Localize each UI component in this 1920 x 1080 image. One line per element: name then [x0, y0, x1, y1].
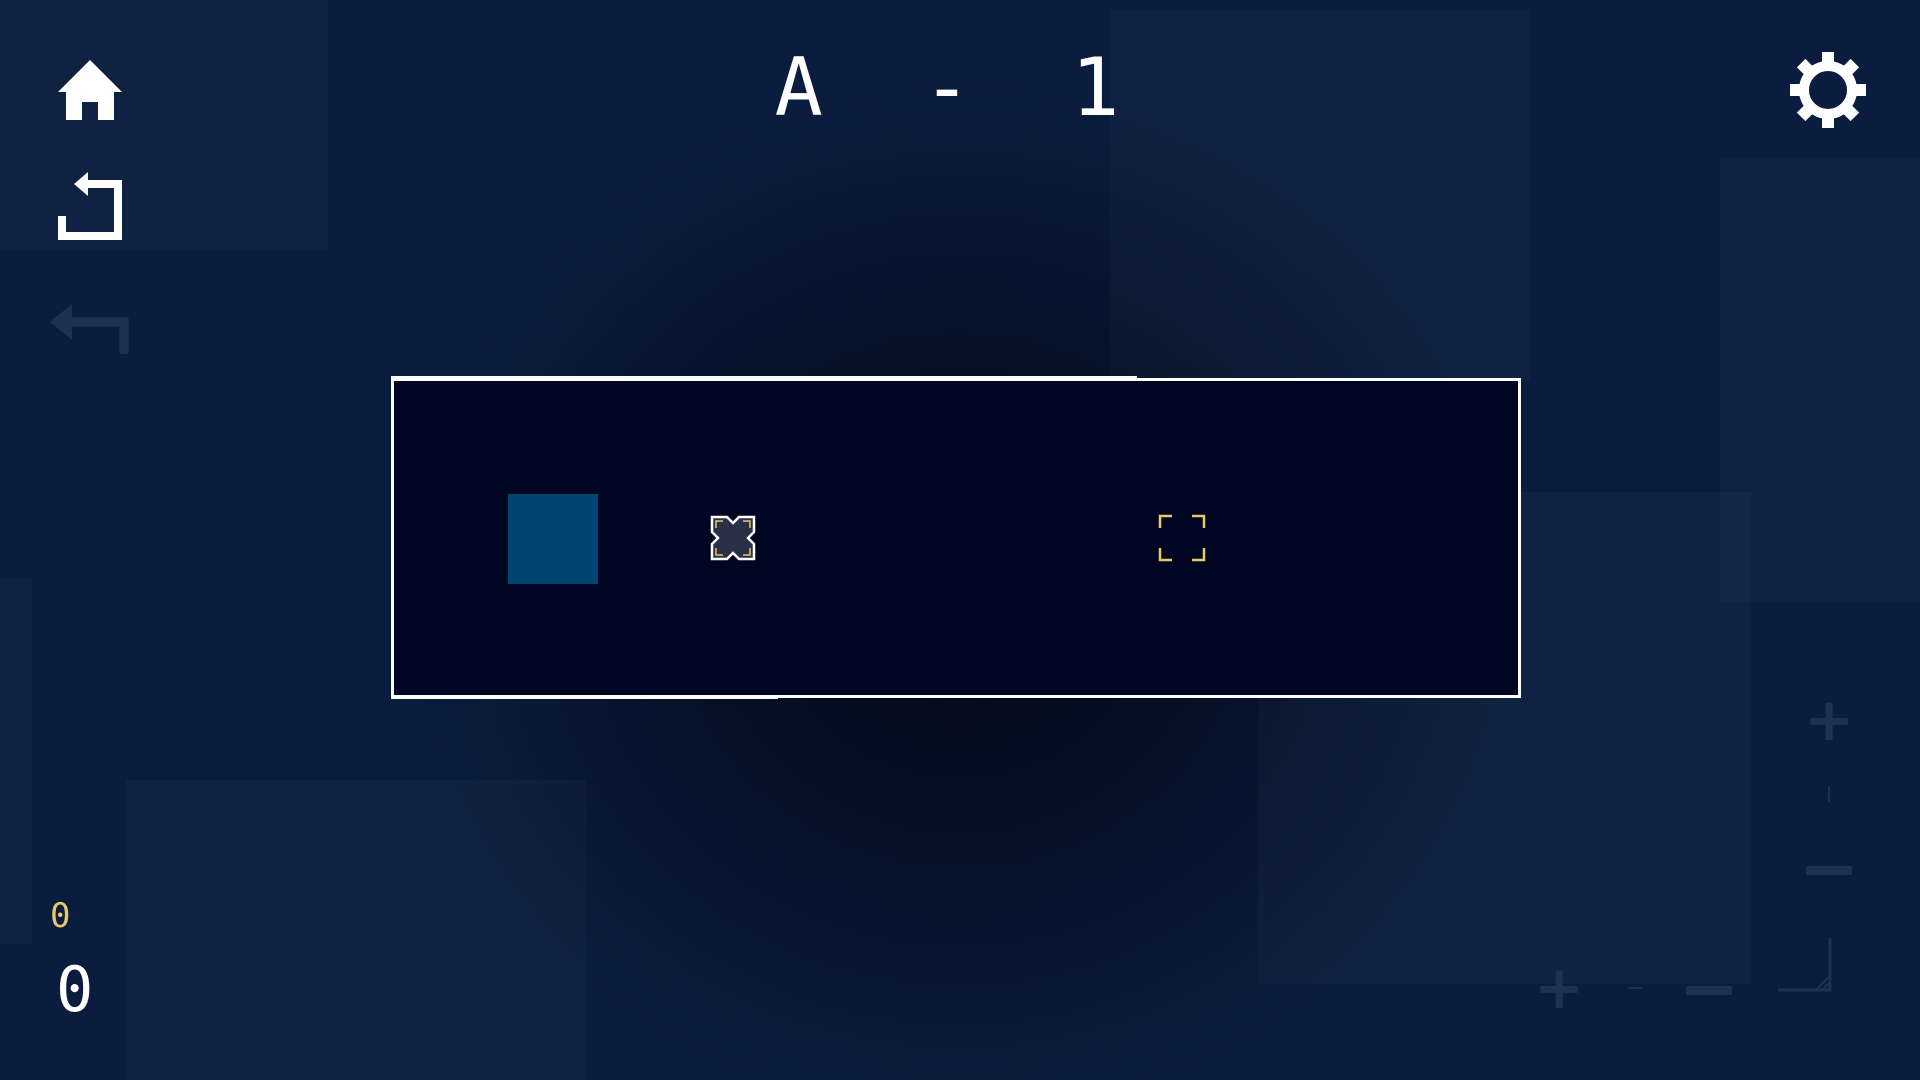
pan-track: [1628, 987, 1642, 989]
zoom-out-icon[interactable]: [1806, 866, 1852, 875]
resize-corner-icon: [1778, 938, 1832, 992]
home-button[interactable]: [56, 58, 124, 122]
background-panel: [0, 578, 32, 944]
board-progress-top: [391, 376, 1137, 380]
target-slot: [1158, 514, 1206, 562]
restart-button[interactable]: [58, 172, 124, 242]
move-counter-yellow: 0: [50, 896, 71, 936]
background-panel: [1110, 10, 1530, 380]
target-bracket-icon: [1158, 514, 1206, 562]
zoom-track: [1828, 786, 1830, 802]
zoom-in-icon[interactable]: +: [1804, 690, 1854, 750]
settings-button[interactable]: [1790, 52, 1866, 128]
gear-icon: [1790, 52, 1866, 128]
cross-tile[interactable]: [709, 514, 757, 562]
board-progress-bottom: [391, 695, 778, 699]
background-panel: [0, 0, 328, 250]
home-icon: [58, 60, 122, 120]
player-block[interactable]: [508, 494, 598, 584]
restart-icon: [58, 172, 122, 240]
undo-icon: [50, 304, 129, 354]
pan-plus-icon[interactable]: +: [1534, 958, 1584, 1018]
cross-tile-icon: [710, 515, 756, 561]
move-counter: 0: [56, 953, 94, 1026]
resize-handle[interactable]: [1776, 936, 1832, 994]
level-title: A - 1: [774, 41, 1146, 134]
undo-button[interactable]: [50, 302, 130, 356]
pan-minus-icon[interactable]: [1686, 986, 1732, 995]
background-panel: [126, 780, 586, 1080]
